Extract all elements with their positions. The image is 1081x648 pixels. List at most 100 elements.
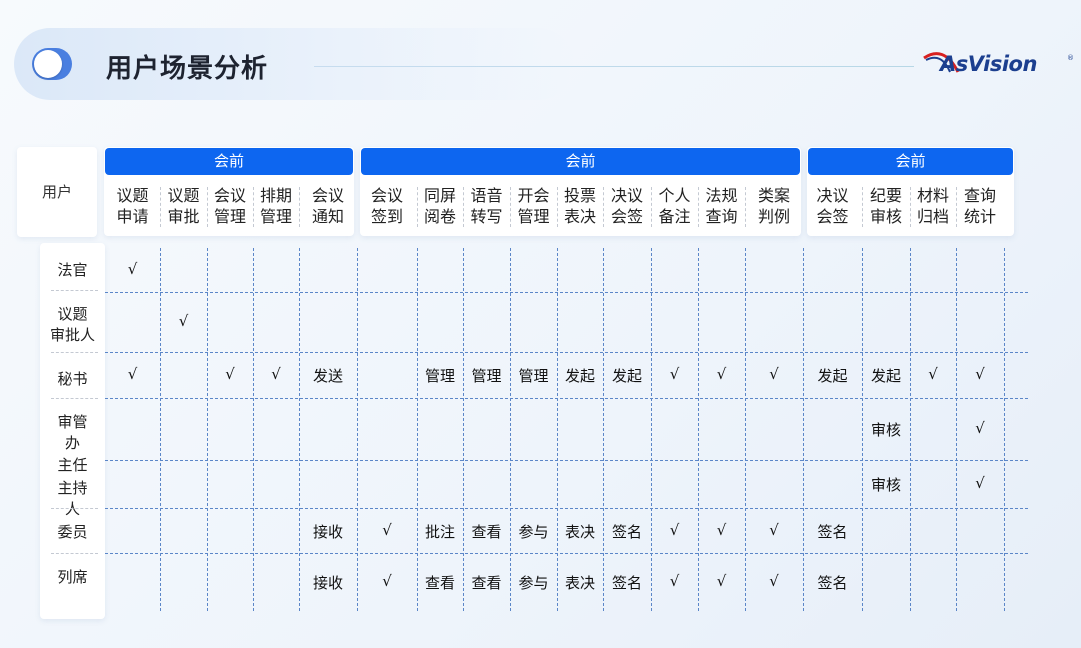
function-separator xyxy=(207,187,208,227)
matrix-cell: √ xyxy=(975,474,985,492)
function-header-line: 查询 xyxy=(963,186,996,205)
grid-row-line xyxy=(105,398,1028,399)
grid-column-line xyxy=(651,248,652,611)
grid-row-line xyxy=(105,553,1028,554)
matrix-cell: 签名 xyxy=(817,574,848,592)
grid-column-line xyxy=(1004,248,1005,611)
role-label-line: 法官 xyxy=(57,261,88,279)
function-header-line: 管理 xyxy=(259,207,292,226)
matrix-cell: 参与 xyxy=(518,574,549,592)
function-separator xyxy=(299,187,300,227)
matrix-cell: 批注 xyxy=(424,522,455,541)
function-header: 个人 备注 xyxy=(651,185,698,229)
matrix-cell: 审核 xyxy=(870,476,901,494)
function-separator xyxy=(557,187,558,227)
role-label: 主任 xyxy=(40,455,105,476)
function-header: 纪要 审核 xyxy=(862,185,910,229)
function-separator xyxy=(698,187,699,227)
matrix-cell: √ xyxy=(669,520,680,539)
grid-column-line xyxy=(253,248,254,611)
function-header: 会议 管理 xyxy=(207,185,253,229)
role-label-line: 人 xyxy=(64,500,80,518)
role-separator xyxy=(51,553,98,554)
grid-column-line xyxy=(357,248,358,611)
grid-column-line xyxy=(510,248,511,611)
matrix-cell: √ xyxy=(769,520,779,539)
matrix-cell: 接收 xyxy=(312,522,343,541)
function-header: 决议 会签 xyxy=(603,185,651,229)
matrix-cell: 发起 xyxy=(817,367,848,385)
function-header: 会议 通知 xyxy=(299,185,357,229)
function-header-line: 会签 xyxy=(816,207,849,226)
function-header-line: 表决 xyxy=(563,207,596,226)
matrix-cell: √ xyxy=(769,365,779,383)
logo-text: AsVision xyxy=(940,52,1037,76)
role-separator xyxy=(51,508,98,509)
function-header: 查询 统计 xyxy=(956,185,1004,229)
role-label-line: 委员 xyxy=(57,523,88,541)
role-label-line: 审批人 xyxy=(49,326,95,344)
function-header-line: 通知 xyxy=(311,207,344,226)
matrix-cell: √ xyxy=(382,572,392,590)
matrix-cell: 查看 xyxy=(471,574,502,592)
function-header-line: 会议 xyxy=(311,186,344,205)
matrix-cell: √ xyxy=(127,365,138,383)
matrix-cell: 参与 xyxy=(518,522,549,541)
function-header: 开会 管理 xyxy=(510,185,557,229)
function-header-line: 材料 xyxy=(916,186,949,205)
function-header: 会议 签到 xyxy=(357,185,417,229)
matrix-cell: √ xyxy=(127,260,138,278)
role-separator xyxy=(51,290,98,291)
function-header: 决议 会签 xyxy=(803,185,862,229)
function-header-line: 申请 xyxy=(116,207,149,226)
function-header-line: 归档 xyxy=(916,207,949,226)
function-separator xyxy=(745,187,746,227)
function-header-line: 备注 xyxy=(658,207,691,226)
matrix-cell: √ xyxy=(975,419,985,437)
page-title: 用户场景分析 xyxy=(106,54,269,84)
function-separator xyxy=(417,187,418,227)
role-label: 列席 xyxy=(40,567,105,588)
title-band xyxy=(14,28,574,100)
function-header-line: 判例 xyxy=(757,207,790,226)
function-header-line: 统计 xyxy=(963,207,996,226)
grid-column-line xyxy=(698,248,699,611)
role-label-line: 主任 xyxy=(57,456,88,474)
role-label-line: 议题 xyxy=(57,305,88,323)
role-label-line: 主持 xyxy=(57,479,88,497)
matrix-cell: 发起 xyxy=(870,367,901,385)
asvision-logo: AsVision ® xyxy=(922,50,1074,80)
function-header-line: 决议 xyxy=(610,186,643,205)
function-header: 同屏 阅卷 xyxy=(417,185,463,229)
function-header: 议题 申请 xyxy=(105,185,160,229)
grid-column-line xyxy=(417,248,418,611)
matrix-cell: 表决 xyxy=(564,574,595,592)
role-label-line: 秘书 xyxy=(57,370,88,388)
function-separator xyxy=(253,187,254,227)
function-header: 议题 审批 xyxy=(160,185,207,229)
matrix-cell: 管理 xyxy=(471,367,502,385)
matrix-cell: √ xyxy=(769,572,779,590)
function-header: 法规 查询 xyxy=(698,185,745,229)
matrix-cell: 签名 xyxy=(611,574,642,592)
matrix-cell: √ xyxy=(178,312,189,330)
function-separator xyxy=(463,187,464,227)
phase-group-2: 会前 会议 签到 同屏 阅卷 语音 转写 开会 管理 投票 表决 决议 会签 个人 备注 法规 查询 类案 判例 xyxy=(360,147,801,236)
logo-reg-mark: ® xyxy=(1067,54,1074,62)
role-separator xyxy=(51,398,98,399)
role-label: 议题 审批人 xyxy=(40,304,105,346)
function-header-line: 转写 xyxy=(470,207,503,226)
matrix-cell: √ xyxy=(669,572,680,590)
role-label-line: 列席 xyxy=(57,568,88,586)
role-separator xyxy=(51,352,98,353)
function-separator xyxy=(651,187,652,227)
matrix-cell: 接收 xyxy=(312,574,343,592)
function-header-line: 开会 xyxy=(517,186,550,205)
matrix-cell: 查看 xyxy=(471,522,502,541)
function-separator xyxy=(956,187,957,227)
matrix-cell: 审核 xyxy=(870,421,901,439)
matrix-cell: 发起 xyxy=(611,367,642,385)
function-header: 材料 归档 xyxy=(910,185,956,229)
function-separator xyxy=(160,187,161,227)
function-header: 语音 转写 xyxy=(463,185,510,229)
